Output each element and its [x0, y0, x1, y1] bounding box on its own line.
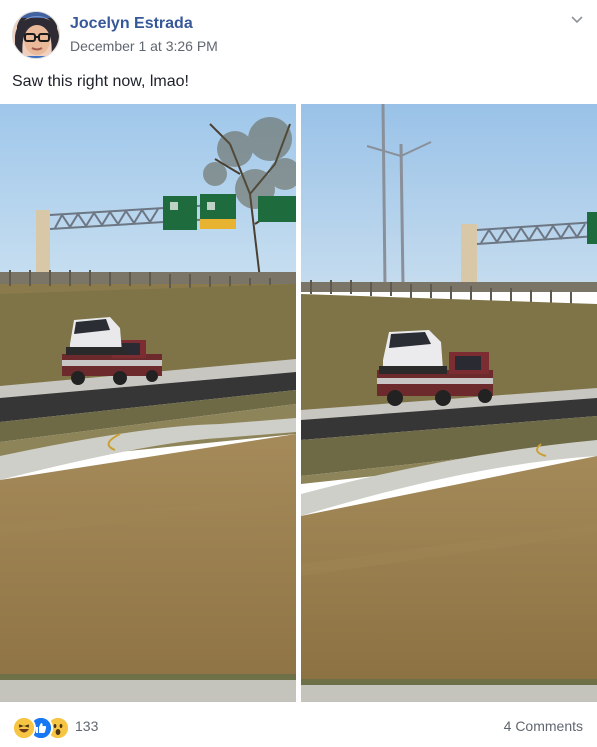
author-name[interactable]: Jocelyn Estrada	[70, 15, 193, 33]
post-photo-1[interactable]	[0, 104, 296, 702]
haha-icon	[12, 716, 36, 740]
reaction-count[interactable]: 133	[75, 718, 98, 734]
comments-count-link[interactable]: 4 Comments	[504, 718, 583, 734]
chevron-down-icon[interactable]	[569, 12, 585, 28]
post-header: Jocelyn Estrada December 1 at 3:26 PM	[0, 0, 597, 66]
post-photo-2[interactable]	[301, 104, 597, 702]
author-avatar[interactable]	[12, 11, 60, 59]
post-timestamp[interactable]: December 1 at 3:26 PM	[70, 38, 218, 54]
post-text: Saw this right now, lmao!	[12, 73, 189, 90]
post-footer: 133 4 Comments	[0, 703, 597, 747]
